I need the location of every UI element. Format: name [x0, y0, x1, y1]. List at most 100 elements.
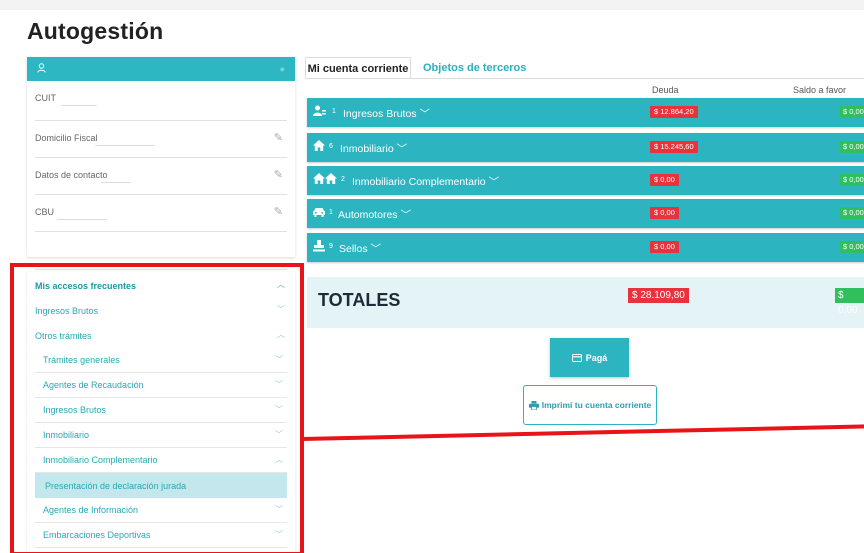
account-saldo-badge: $ 0,00	[840, 174, 864, 186]
freq-item-tramites-generales[interactable]: Trámites generales ﹀	[35, 348, 287, 373]
profile-value-line	[95, 145, 155, 146]
profile-header: ●	[27, 57, 295, 81]
account-deuda-badge: $ 0,00	[650, 241, 679, 253]
freq-item-label: Ingresos Brutos	[43, 405, 107, 415]
freq-item-ingresos-brutos[interactable]: Ingresos Brutos ﹀	[27, 298, 295, 323]
account-row-automotores[interactable]: 1 Automotores ﹀ $ 0,00 $ 0,00	[307, 199, 864, 228]
totals-deuda-badge: $ 28.109,80	[628, 288, 689, 303]
frequent-access-header[interactable]: Mis accesos frecuentes ︿	[27, 273, 295, 298]
profile-panel: ● CUIT Domicilio Fiscal ✎ Datos de conta…	[27, 57, 295, 270]
printer-icon	[528, 400, 539, 410]
tab-bar: Mi cuenta corriente Objetos de terceros	[305, 57, 864, 79]
freq-item-otros-tramites[interactable]: Otros trámites ︿	[27, 323, 295, 348]
print-button-label: Imprimí tu cuenta corriente	[541, 400, 652, 410]
freq-item-ingresos-brutos-sub[interactable]: Ingresos Brutos ﹀	[35, 398, 287, 423]
frequent-access-title: Mis accesos frecuentes	[35, 280, 137, 291]
freq-item-label: Inmobiliario	[43, 430, 90, 440]
highlight-callout-line	[301, 424, 864, 441]
account-saldo-badge: $ 0,00	[840, 106, 864, 118]
account-count: 2	[341, 176, 345, 183]
edit-icon[interactable]: ✎	[274, 131, 283, 144]
account-deuda-badge: $ 15.245,60	[650, 141, 698, 153]
profile-row-label: CBU	[35, 207, 55, 217]
account-saldo-badge: $ 0,00	[840, 241, 864, 253]
freq-item-label: Inmobiliario Complementario	[43, 455, 158, 465]
freq-item-agentes-recaudacion[interactable]: Agentes de Recaudación ﹀	[35, 373, 287, 398]
chevron-down-icon: ﹀	[419, 108, 430, 120]
tab-objetos-de-terceros[interactable]: Objetos de terceros	[423, 57, 526, 79]
freq-item-inmobiliario-complementario[interactable]: Inmobiliario Complementario ︿	[35, 448, 287, 473]
account-row-inmobiliario[interactable]: 6 Inmobiliario ﹀ $ 15.245,60 $ 0,00	[307, 133, 864, 162]
account-count: 6	[329, 143, 333, 150]
profile-row-domicilio: Domicilio Fiscal ✎	[35, 121, 287, 158]
totals-saldo-badge: $ 0,00	[835, 288, 864, 316]
chevron-down-icon: ﹀	[275, 355, 283, 364]
freq-item-label: Ingresos Brutos	[35, 305, 99, 316]
column-header-deuda: Deuda	[652, 85, 679, 95]
profile-row-label: Domicilio Fiscal	[35, 133, 98, 143]
homes-icon	[313, 173, 337, 187]
freq-item-embarcaciones[interactable]: Embarcaciones Deportivas ﹀	[35, 523, 287, 548]
profile-value-line	[57, 219, 107, 220]
page-title: Autogestión	[27, 18, 164, 44]
totals-panel: TOTALES $ 28.109,80 $ 0,00	[307, 277, 864, 328]
chevron-up-icon: ︿	[277, 280, 285, 289]
account-deuda-badge: $ 12.864,20	[650, 106, 698, 118]
chevron-down-icon: ﹀	[275, 505, 283, 514]
chevron-up-icon: ︿	[275, 455, 283, 464]
profile-row-label: CUIT	[35, 93, 56, 103]
pay-button[interactable]: Pagá	[550, 338, 629, 377]
frequent-access-panel: Mis accesos frecuentes ︿ Ingresos Brutos…	[27, 272, 295, 553]
account-saldo-badge: $ 0,00	[840, 207, 864, 219]
chevron-down-icon: ﹀	[275, 405, 283, 414]
freq-item-label: Agentes de Recaudación	[43, 380, 144, 390]
account-count: 1	[329, 209, 333, 216]
freq-item-label: Otros trámites	[35, 330, 92, 341]
chevron-down-icon: ﹀	[277, 305, 285, 314]
account-name: Automotores ﹀	[338, 209, 411, 221]
freq-item-label: Presentación de declaración jurada	[45, 480, 187, 491]
edit-icon[interactable]: ✎	[274, 205, 283, 218]
chevron-down-icon: ﹀	[275, 380, 283, 389]
account-count: 9	[329, 243, 333, 250]
account-name: Inmobiliario ﹀	[340, 143, 408, 155]
freq-item-label: Trámites generales	[43, 355, 120, 365]
edit-icon[interactable]: ✎	[274, 168, 283, 181]
account-name: Sellos ﹀	[339, 243, 382, 255]
freq-item-inmobiliario[interactable]: Inmobiliario ﹀	[35, 423, 287, 448]
chevron-down-icon: ﹀	[400, 209, 411, 221]
profile-row-cuit: CUIT	[35, 81, 287, 121]
account-row-inmobiliario-complementario[interactable]: 2 Inmobiliario Complementario ﹀ $ 0,00 $…	[307, 166, 864, 195]
collapse-icon[interactable]: ●	[280, 64, 285, 74]
totals-label: TOTALES	[318, 290, 401, 310]
profile-value-line	[101, 182, 131, 183]
print-account-button[interactable]: Imprimí tu cuenta corriente	[523, 385, 657, 425]
freq-item-label: Agentes de Información	[43, 505, 139, 515]
freq-item-label: Embarcaciones Deportivas	[43, 530, 151, 540]
account-name: Inmobiliario Complementario ﹀	[352, 176, 500, 188]
profile-row-contacto: Datos de contacto ✎	[35, 158, 287, 195]
profile-row-cbu: CBU ✎	[35, 195, 287, 232]
chevron-down-icon: ﹀	[370, 243, 382, 255]
chevron-down-icon: ﹀	[396, 143, 408, 155]
chevron-down-icon: ﹀	[275, 530, 283, 539]
freq-item-presentacion-ddjj[interactable]: Presentación de declaración jurada	[35, 473, 287, 498]
tabs-divider	[305, 78, 864, 79]
stamp-icon	[313, 240, 325, 255]
account-row-ingresos-brutos[interactable]: 1 Ingresos Brutos ﹀ $ 12.864,20 $ 0,00	[307, 98, 864, 127]
credit-card-icon	[571, 353, 582, 362]
account-deuda-badge: $ 0,00	[650, 207, 679, 219]
pay-button-label: Pagá	[585, 352, 608, 363]
car-icon	[313, 206, 325, 220]
account-name: Ingresos Brutos ﹀	[343, 108, 430, 120]
tab-mi-cuenta-corriente[interactable]: Mi cuenta corriente	[305, 57, 411, 79]
account-deuda-badge: $ 0,00	[650, 174, 679, 186]
account-row-sellos[interactable]: 9 Sellos ﹀ $ 0,00 $ 0,00	[307, 233, 864, 262]
home-icon	[313, 140, 325, 154]
freq-item-agentes-informacion[interactable]: Agentes de Información ﹀	[35, 498, 287, 523]
user-icon	[313, 105, 326, 120]
column-header-saldo: Saldo a favor	[793, 85, 847, 95]
profile-row-label: Datos de contacto	[35, 170, 108, 180]
profile-value-line	[61, 105, 97, 106]
user-icon	[37, 62, 46, 76]
